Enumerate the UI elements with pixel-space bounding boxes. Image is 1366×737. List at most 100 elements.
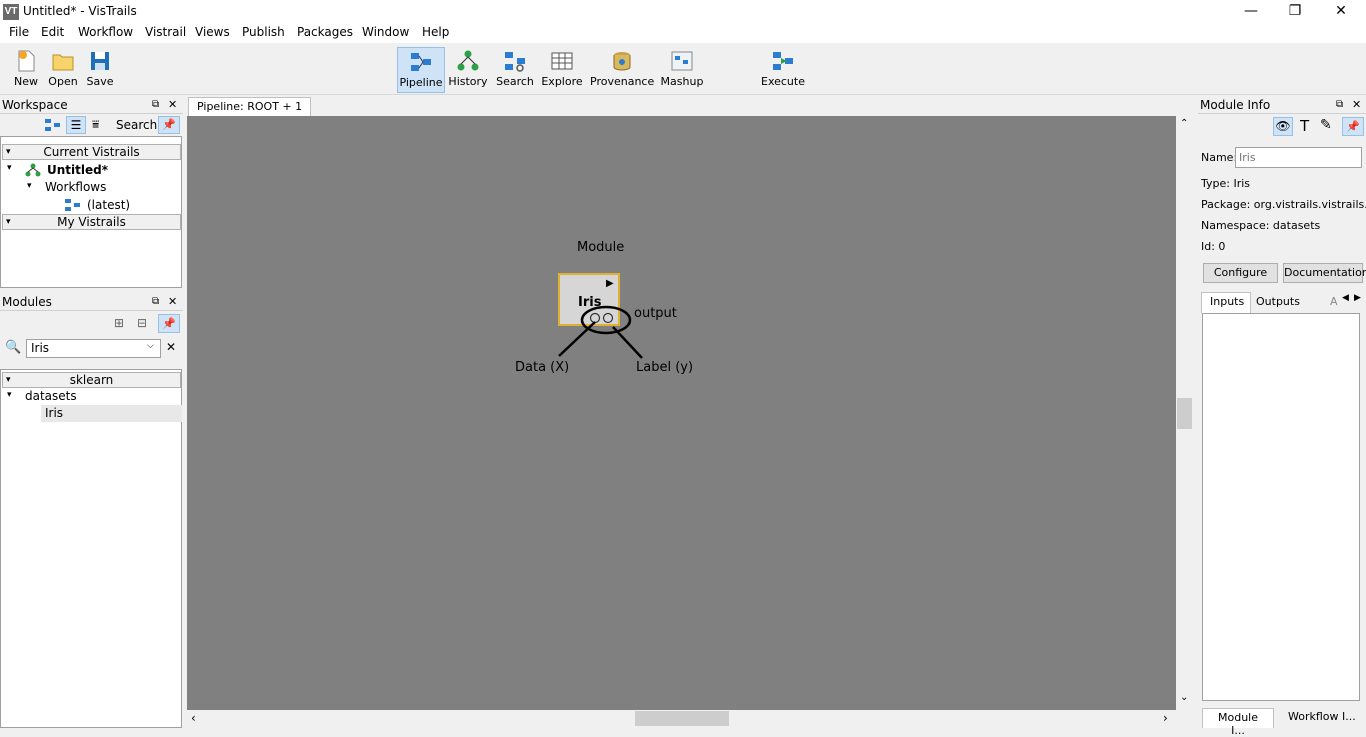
maximize-button[interactable]: ❐ xyxy=(1272,0,1318,23)
collapse-all-icon[interactable]: ⊟ xyxy=(137,316,147,330)
pin-icon[interactable]: 📌 xyxy=(158,116,180,134)
tab-annotations[interactable]: A xyxy=(1330,295,1338,308)
pencil-icon[interactable]: ✎ xyxy=(1320,117,1332,133)
tab-inputs[interactable]: Inputs xyxy=(1201,292,1251,313)
eye-icon[interactable]: 👁 xyxy=(1273,117,1293,136)
save-button[interactable]: Save xyxy=(84,47,116,93)
vertical-scroll-thumb[interactable] xyxy=(1177,398,1192,429)
configure-button[interactable]: Configure xyxy=(1203,263,1278,283)
module-search-input[interactable]: Iris xyxy=(26,339,161,358)
pipeline-button[interactable]: Pipeline xyxy=(397,47,445,93)
expand-arrow-icon[interactable]: ▾ xyxy=(27,181,32,191)
open-button[interactable]: Open xyxy=(46,47,80,93)
search-button[interactable]: Search xyxy=(494,47,536,93)
vertical-scrollbar[interactable]: ⌃ ⌄ xyxy=(1176,116,1193,710)
explore-button[interactable]: Explore xyxy=(541,47,583,93)
title-bar: VT Untitled* - VisTrails — ❐ ✕ xyxy=(0,0,1366,23)
expand-all-icon[interactable]: ⊞ xyxy=(114,316,124,330)
pin-icon[interactable]: 📌 xyxy=(158,314,180,333)
execute-button[interactable]: Execute xyxy=(760,47,806,93)
menu-workflow[interactable]: Workflow xyxy=(78,25,133,39)
chevron-down-icon[interactable]: ⌵ xyxy=(147,341,154,351)
text-icon[interactable]: T xyxy=(1300,117,1309,135)
vistrail-icon[interactable] xyxy=(45,118,61,132)
modules-toolbar: ⊞ ⊟ 📌 xyxy=(0,311,183,337)
workspace-panel: Workspace ⧉ ✕ ☰ ⩸ Search 📌 ▾ Current Vis… xyxy=(0,96,183,288)
float-icon[interactable]: ⧉ xyxy=(152,96,159,114)
clear-search-icon[interactable]: ✕ xyxy=(166,340,176,354)
menu-packages[interactable]: Packages xyxy=(297,25,353,39)
collapse-arrow-icon[interactable]: ▾ xyxy=(6,215,11,229)
workflow-latest[interactable]: (latest) xyxy=(87,198,130,212)
workspace-header: Workspace ⧉ ✕ xyxy=(0,96,183,114)
new-button[interactable]: New xyxy=(8,47,44,93)
annotation-data-x: Data (X) xyxy=(515,360,570,375)
provenance-database-icon xyxy=(613,52,631,71)
horizontal-scroll-thumb[interactable] xyxy=(635,711,729,726)
menu-vistrail[interactable]: Vistrail xyxy=(145,25,186,39)
tab-workflow-info[interactable]: Workflow I... xyxy=(1288,710,1356,723)
expand-arrow-icon[interactable]: ▾ xyxy=(7,390,12,400)
minimize-button[interactable]: — xyxy=(1228,0,1274,23)
package-sklearn[interactable]: ▾ sklearn xyxy=(2,372,181,388)
filter-icon[interactable]: ⩸ xyxy=(92,117,99,132)
documentation-button[interactable]: Documentation xyxy=(1283,263,1366,283)
collapse-arrow-icon[interactable]: ▾ xyxy=(6,373,11,387)
menu-edit[interactable]: Edit xyxy=(41,25,64,39)
close-panel-icon[interactable]: ✕ xyxy=(168,96,177,114)
tab-module-info[interactable]: Module I... xyxy=(1202,708,1274,737)
scroll-left-icon[interactable]: ‹ xyxy=(191,711,196,725)
workflows-node[interactable]: Workflows xyxy=(45,180,106,194)
current-vistrails-header[interactable]: ▾ Current Vistrails xyxy=(2,144,181,160)
history-tree-icon xyxy=(457,50,479,71)
name-label: Name: xyxy=(1201,151,1238,164)
float-icon[interactable]: ⧉ xyxy=(152,293,159,311)
close-panel-icon[interactable]: ✕ xyxy=(1352,96,1361,114)
tab-scroll-right-icon[interactable]: ▶ xyxy=(1354,293,1361,303)
pipeline-canvas[interactable]: Module ▶ Iris output Data (X) Label (y) xyxy=(187,116,1176,710)
tab-pipeline[interactable]: Pipeline: ROOT + 1 xyxy=(188,97,312,116)
module-iris[interactable]: Iris xyxy=(41,405,182,422)
menu-views[interactable]: Views xyxy=(195,25,230,39)
vistrail-untitled[interactable]: Untitled* xyxy=(47,163,108,177)
tab-outputs[interactable]: Outputs xyxy=(1256,295,1300,308)
workspace-toolbar: ☰ ⩸ Search 📌 xyxy=(0,114,183,136)
module-search-row: 🔍 Iris ⌵ ✕ xyxy=(0,337,183,361)
app-icon: VT xyxy=(3,4,19,20)
folder-icon xyxy=(52,54,74,71)
float-icon[interactable]: ⧉ xyxy=(1336,96,1343,114)
menu-help[interactable]: Help xyxy=(422,25,449,39)
module-name-input[interactable] xyxy=(1235,147,1362,168)
module-info-header: Module Info ⧉ ✕ xyxy=(1198,96,1366,114)
horizontal-scrollbar[interactable]: ‹ › xyxy=(187,710,1176,727)
provenance-button[interactable]: Provenance xyxy=(590,47,654,93)
tab-scroll-left-icon[interactable]: ◀ xyxy=(1342,293,1349,303)
scroll-right-icon[interactable]: › xyxy=(1163,711,1168,725)
menu-file[interactable]: File xyxy=(9,25,29,39)
scroll-down-icon[interactable]: ⌄ xyxy=(1180,692,1188,703)
close-button[interactable]: ✕ xyxy=(1318,0,1364,23)
workspace-search-button[interactable]: Search xyxy=(116,118,157,132)
annotation-arrows xyxy=(558,305,643,359)
scroll-up-icon[interactable]: ⌃ xyxy=(1180,118,1188,129)
mashup-button[interactable]: Mashup xyxy=(660,47,704,93)
output-port-icon[interactable]: ▶ xyxy=(606,278,614,289)
close-panel-icon[interactable]: ✕ xyxy=(168,293,177,311)
window-title: Untitled* - VisTrails xyxy=(23,4,137,18)
pin-icon[interactable]: 📌 xyxy=(1342,117,1364,136)
execute-icon xyxy=(773,52,793,70)
expand-arrow-icon[interactable]: ▾ xyxy=(7,163,12,173)
my-vistrails-header[interactable]: ▾ My Vistrails xyxy=(2,214,181,230)
list-view-icon[interactable]: ☰ xyxy=(66,116,86,134)
menu-window[interactable]: Window xyxy=(362,25,409,39)
history-button[interactable]: History xyxy=(447,47,489,93)
pipeline-icon xyxy=(411,53,431,71)
namespace-datasets[interactable]: datasets xyxy=(25,389,77,403)
module-tree: ▾ sklearn ▾ datasets Iris xyxy=(0,369,182,728)
search-pipeline-icon xyxy=(505,52,525,72)
inputs-list[interactable] xyxy=(1202,313,1360,701)
menu-publish[interactable]: Publish xyxy=(242,25,285,39)
collapse-arrow-icon[interactable]: ▾ xyxy=(6,145,11,159)
floppy-disk-icon xyxy=(91,52,109,70)
annotation-label-y: Label (y) xyxy=(636,360,694,375)
